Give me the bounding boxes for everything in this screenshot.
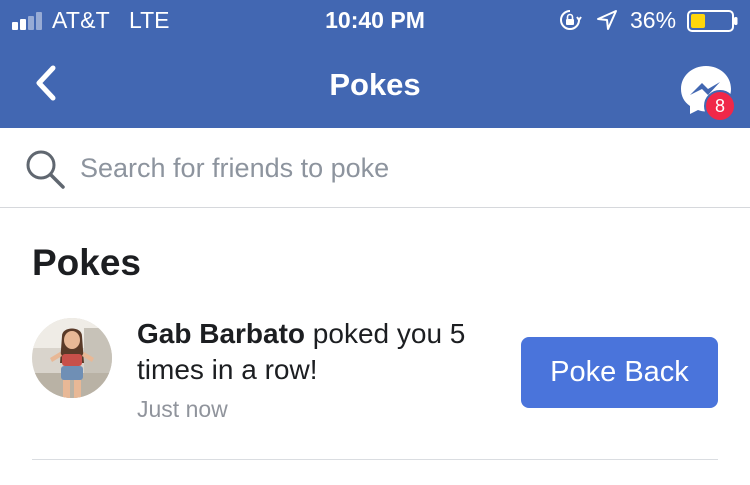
poke-sender-name[interactable]: Gab Barbato	[137, 318, 305, 349]
status-bar: AT&T LTE 10:40 PM 36%	[0, 0, 750, 40]
divider	[32, 459, 718, 460]
search-icon	[26, 150, 65, 189]
section-title: Pokes	[32, 242, 142, 283]
search-bar[interactable]	[0, 128, 750, 208]
search-input[interactable]	[80, 148, 720, 188]
poke-message: Gab Barbato poked you 5 times in a row!	[137, 316, 497, 388]
nav-bar: Pokes 8	[0, 40, 750, 128]
notification-badge: 8	[704, 90, 736, 122]
battery-percent: 36%	[630, 7, 677, 33]
app-header: AT&T LTE 10:40 PM 36% Pokes 8	[0, 0, 750, 128]
location-arrow-icon	[597, 10, 617, 30]
avatar[interactable]	[32, 318, 112, 398]
poke-list-item: Gab Barbato poked you 5 times in a row! …	[32, 316, 718, 426]
poke-timestamp: Just now	[137, 396, 228, 422]
poke-back-button[interactable]: Poke Back	[521, 337, 718, 408]
orientation-lock-icon	[560, 10, 582, 30]
page-title: Pokes	[329, 67, 421, 102]
battery-icon	[687, 10, 738, 32]
avatar-photo	[32, 318, 112, 398]
